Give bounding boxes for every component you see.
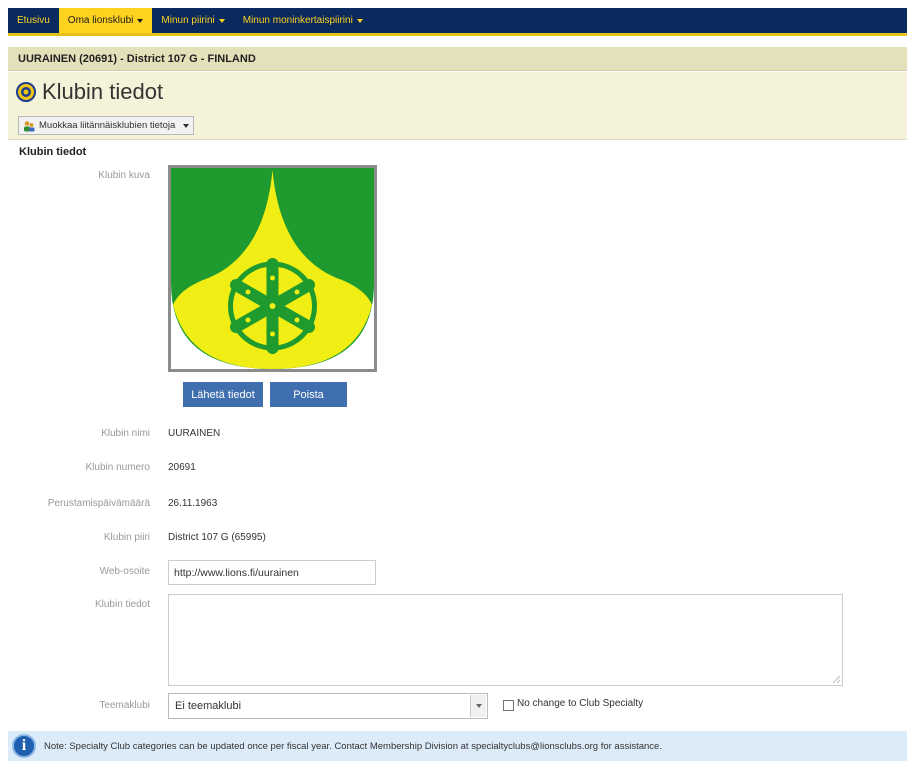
nav-item-label: Minun piirini [161,15,215,26]
founded-date-label: Perustamispäivämäärä [47,498,150,509]
caret-down-icon [183,123,190,128]
no-change-specialty-label: No change to Club Specialty [517,698,644,709]
web-address-input[interactable] [168,560,376,585]
edit-affiliate-clubs-button[interactable]: Muokkaa liitännäisklubien tietoja [18,116,195,135]
section-title: Klubin tiedot [19,146,87,158]
users-icon [24,120,35,131]
club-district-value: District 107 G (65995) [168,532,266,543]
page-title: Klubin tiedot [42,79,164,104]
info-icon: i [12,734,36,758]
club-image [168,165,377,372]
nav-item-minun-moninkertaispiirini[interactable]: Minun moninkertaispiirini [234,8,372,33]
founded-date-value: 26.11.1963 [168,498,218,509]
specialty-club-select[interactable]: Ei teemaklubi [168,693,488,719]
club-image-label: Klubin kuva [98,170,150,181]
nav-item-label: Etusivu [17,15,50,26]
club-header: UURAINEN (20691) - District 107 G - FINL… [8,47,907,71]
title-bar: Klubin tiedot [8,72,907,112]
club-number-label: Klubin numero [85,462,150,473]
nav-item-etusivu[interactable]: Etusivu [8,8,59,33]
caret-down-icon [137,18,144,23]
web-address-label: Web-osoite [99,566,150,577]
select-arrow-icon[interactable] [470,695,486,717]
note-bar: i Note: Specialty Club categories can be… [8,731,907,761]
nav-item-oma-lionsklubi[interactable]: Oma lionsklubi [58,8,153,33]
club-number-value: 20691 [168,462,196,473]
no-change-specialty-checkbox[interactable] [503,700,514,711]
specialty-club-label: Teemaklubi [99,700,150,711]
lions-logo-icon [16,82,36,102]
top-navigation: Etusivu Oma lionsklubi Minun piirini Min… [8,8,907,36]
caret-down-icon [356,18,363,23]
club-info-textarea[interactable] [168,594,843,686]
club-district-label: Klubin piiri [103,532,150,543]
delete-image-button[interactable]: Poista [270,382,347,407]
club-crest-image [171,168,374,369]
club-name-label: Klubin nimi [101,428,150,439]
club-name-value: UURAINEN [168,428,221,439]
specialty-club-selected-value: Ei teemaklubi [175,700,242,712]
send-info-button[interactable]: Lähetä tiedot [183,382,263,407]
nav-item-minun-piirini[interactable]: Minun piirini [152,8,233,33]
caret-down-icon [218,18,225,23]
club-info-label: Klubin tiedot [94,599,150,610]
edit-affiliate-clubs-label: Muokkaa liitännäisklubien tietoja [39,120,176,131]
nav-item-label: Oma lionsklubi [67,15,134,26]
resize-grip-icon[interactable] [832,675,841,684]
nav-item-label: Minun moninkertaispiirini [242,15,353,26]
note-text: Note: Specialty Club categories can be u… [44,740,662,752]
toolbar: Muokkaa liitännäisklubien tietoja [8,112,907,140]
